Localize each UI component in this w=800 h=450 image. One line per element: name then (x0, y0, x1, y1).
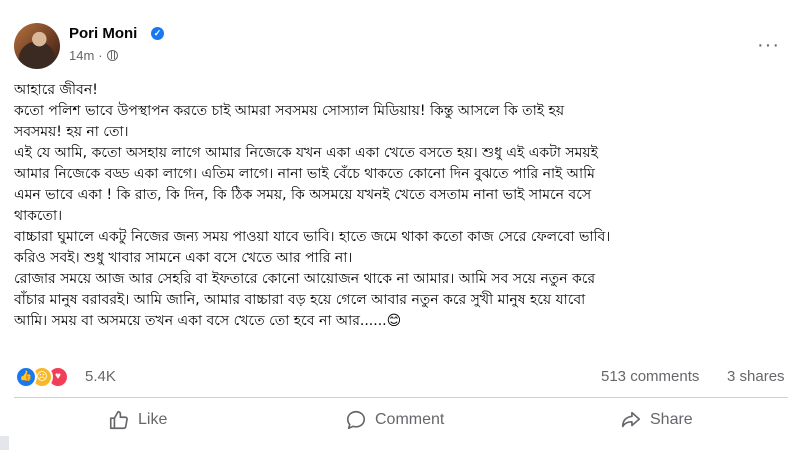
post-line: সবসময়! হয় না তো। (14, 124, 129, 140)
like-reaction-icon: 👍 (15, 366, 37, 388)
like-button[interactable]: Like (108, 405, 167, 435)
share-button[interactable]: Share (620, 405, 693, 435)
globe-icon (106, 50, 118, 61)
comments-count[interactable]: 513 comments (601, 368, 699, 385)
author-name[interactable]: Pori Moni (69, 25, 137, 42)
comment-label: Comment (375, 411, 445, 428)
post-line: আমার নিজেকে বড্ড একা লাগে। এতিম লাগে। না… (14, 166, 595, 182)
share-label: Share (650, 411, 693, 428)
post-card: Pori Moni ✓ 14m · ··· আহারে জীবন! কতো পলি… (0, 0, 800, 450)
avatar[interactable] (14, 23, 60, 69)
post-line: আহারে জীবন! (14, 82, 98, 98)
post-line: বাচ্চারা ঘুমালে একটু নিজের জন্য সময় পাও… (14, 229, 611, 245)
scrollbar-thumb[interactable] (0, 436, 9, 450)
post-line: করিও সবই। শুধু খাবার সামনে একা বসে খেতে … (14, 250, 353, 266)
meta-separator: · (98, 48, 103, 63)
shares-count[interactable]: 3 shares (727, 368, 785, 385)
verified-badge-icon: ✓ (151, 27, 164, 40)
post-line: কতো পলিশ ভাবে উপস্থাপন করতে চাই আমরা সবস… (14, 103, 565, 119)
comment-icon (346, 410, 366, 430)
like-label: Like (138, 411, 168, 428)
post-line: এই যে আমি, কতো অসহায় লাগে আমার নিজেকে য… (14, 145, 598, 161)
post-line: বাঁচার মানুষ বরাবরই। আমি জানি, আমার বাচ্… (14, 292, 586, 308)
more-options-button[interactable]: ··· (757, 34, 780, 57)
post-text: আহারে জীবন! কতো পলিশ ভাবে উপস্থাপন করতে … (14, 80, 788, 362)
comment-button[interactable]: Comment (345, 405, 444, 435)
post-meta: 14m · (69, 48, 118, 63)
share-icon (621, 411, 641, 428)
post-line: থাকতো। (14, 208, 63, 224)
divider (14, 397, 788, 398)
post-line: এমন ভাবে একা ! কি রাত, কি দিন, কি ঠিক সম… (14, 187, 592, 203)
post-line: রোজার সময়ে আজ আর সেহরি বা ইফতারে কোনো আ… (14, 271, 596, 287)
post-time[interactable]: 14m (69, 48, 94, 63)
post-line: আমি। সময় বা অসময়ে তখন একা বসে খেতে তো … (14, 313, 402, 329)
thumbs-up-icon (109, 410, 128, 430)
reaction-count[interactable]: 5.4K (85, 368, 116, 385)
